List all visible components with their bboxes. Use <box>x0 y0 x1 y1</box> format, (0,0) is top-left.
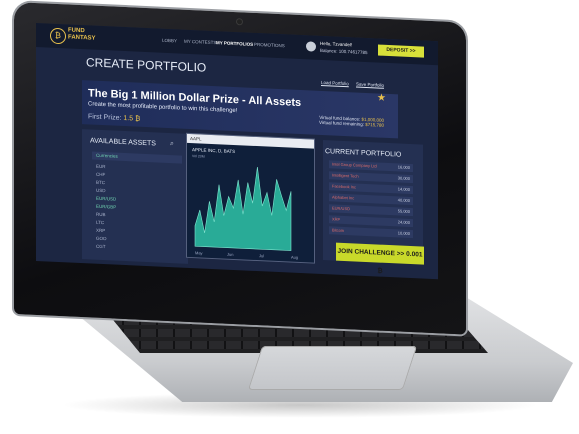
deposit-button[interactable]: DEPOSIT >> <box>378 44 424 58</box>
asset-item[interactable]: EUR <box>96 164 106 169</box>
asset-item[interactable]: CGT <box>96 244 106 249</box>
x-tick-label: Jul <box>259 253 264 258</box>
portfolio-asset-value: 14,000 <box>397 186 410 192</box>
brand-logo[interactable]: FUND FANTASY <box>68 27 98 42</box>
asset-item[interactable]: RUB <box>96 212 106 217</box>
asset-item[interactable]: EUR/USD <box>96 196 116 202</box>
asset-item[interactable]: EUR/GBP <box>96 204 116 210</box>
brand-line-2: FANTASY <box>68 34 96 42</box>
avatar[interactable] <box>306 41 316 52</box>
join-challenge-button[interactable]: JOIN CHALLENGE >> 0.001 ₿ <box>336 242 424 275</box>
x-tick-label: Aug <box>291 255 298 260</box>
logo-icon[interactable]: ₿ <box>50 27 66 45</box>
asset-item[interactable]: LTC <box>96 220 104 225</box>
price-chart: May Jun Jul Aug <box>194 167 298 260</box>
star-icon[interactable]: ★ <box>377 92 386 103</box>
nav-my-portfolios[interactable]: MY PORTFOLIOS <box>216 40 253 47</box>
nav-my-contests[interactable]: MY CONTESTS <box>184 39 216 45</box>
portfolio-asset-value: 40,000 <box>397 197 410 203</box>
portfolio-asset-value: 55,000 <box>397 208 410 214</box>
portfolio-asset-name: Intel Group Company Ltd <box>332 161 377 169</box>
laptop-lid: ₿ FUND FANTASY LOBBY MY CONTESTS MY PORT… <box>14 2 466 335</box>
first-prize-value: 1.5 ₿ <box>123 114 141 123</box>
asset-item[interactable]: CHF <box>96 172 105 177</box>
asset-item[interactable]: BTC <box>96 180 105 185</box>
laptop-screen: ₿ FUND FANTASY LOBBY MY CONTESTS MY PORT… <box>36 22 438 280</box>
join-challenge-label: JOIN CHALLENGE >> <box>337 247 405 258</box>
portfolio-asset-name: Intelligent Tech <box>332 172 359 179</box>
x-tick-label: Jun <box>227 252 233 257</box>
user-balance: Balance: 100.74617785 <box>320 47 368 56</box>
portfolio-asset-name: EUR/USD <box>332 205 351 212</box>
portfolio-asset-name: Alphabet Inc <box>332 194 355 201</box>
load-portfolio-link[interactable]: Load Portfolio <box>321 80 349 86</box>
save-portfolio-link[interactable]: Save Portfolio <box>356 82 384 88</box>
price-area-series <box>194 167 292 251</box>
asset-item[interactable]: XRP <box>96 228 105 233</box>
asset-chart-window[interactable]: AAPL APPLE INC, D, BATS Vol 23M May Jun Ju… <box>186 132 315 264</box>
search-icon[interactable]: ⌕ <box>170 140 174 148</box>
portfolio-asset-name: Bitcoin <box>332 227 345 233</box>
asset-item[interactable]: USD <box>96 188 106 193</box>
nav-lobby[interactable]: LOBBY <box>162 38 177 44</box>
webcam-icon <box>236 18 243 26</box>
nav-promotions[interactable]: PROMOTIONS <box>254 42 285 48</box>
portfolio-asset-value: 30,000 <box>397 175 410 181</box>
portfolio-asset-value: 16,000 <box>397 164 410 170</box>
portfolio-asset-value: 10,000 <box>397 230 410 236</box>
first-prize-label: First Prize: <box>88 113 122 122</box>
user-greeting: Hello, Tzvandel! <box>320 40 353 48</box>
portfolio-asset-name: XRP <box>332 216 341 222</box>
trackpad <box>247 346 418 390</box>
x-tick-label: May <box>195 250 203 255</box>
asset-item[interactable]: GOO <box>96 236 107 241</box>
portfolio-asset-value: 24,000 <box>397 219 410 225</box>
page-title: CREATE PORTFOLIO <box>86 55 207 75</box>
vfr-value: $715,780 <box>365 121 384 128</box>
portfolio-asset-name: Facebook Inc <box>332 183 357 190</box>
